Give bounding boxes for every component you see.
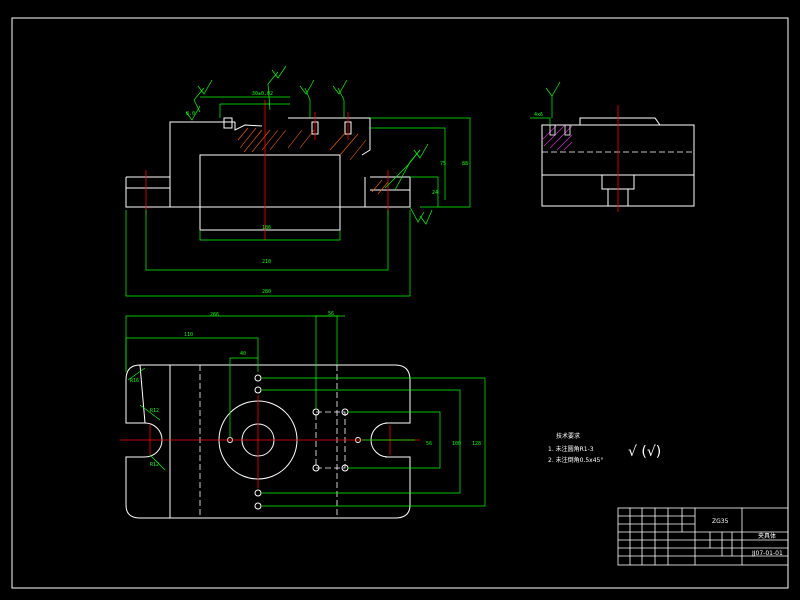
svg-text:128: 128 <box>472 441 481 447</box>
title-block-part-name: 夹具体 <box>758 532 776 540</box>
svg-text:280: 280 <box>262 289 271 295</box>
svg-text:100: 100 <box>452 441 461 447</box>
side-view-section-hatch <box>541 124 573 151</box>
svg-text:R12: R12 <box>150 408 159 414</box>
top-view-hidden-lines <box>199 365 346 518</box>
tech-requirements: 技术要求 1. 未注圆角R1-3 2. 未注倒角0.5x45° <box>548 432 603 464</box>
svg-text:56: 56 <box>426 441 432 447</box>
top-view-centerlines <box>120 395 420 488</box>
tech-requirement-item: 2. 未注倒角0.5x45° <box>548 456 603 464</box>
tech-requirements-title: 技术要求 <box>556 432 580 440</box>
top-view-dimensions <box>125 315 486 507</box>
sheet-border <box>11 17 789 589</box>
svg-text:24: 24 <box>432 190 438 196</box>
front-view <box>125 117 411 231</box>
tech-requirement-item: 1. 未注圆角R1-3 <box>548 445 594 453</box>
title-block-drawing-no: JJ07-01-01 <box>751 550 783 557</box>
front-view-dimensions <box>125 71 471 297</box>
front-view-centerlines <box>145 100 389 240</box>
svg-text:210: 210 <box>262 259 271 265</box>
front-view-roughness-marks <box>185 65 433 225</box>
side-view-dimensions <box>530 81 561 125</box>
svg-text:266: 266 <box>210 312 219 318</box>
svg-text:R16: R16 <box>130 378 139 384</box>
svg-text:56: 56 <box>328 311 334 317</box>
dimension-labels: 186 210 280 30±0.02 8.0 88 75 24 266 110… <box>130 91 543 468</box>
svg-text:110: 110 <box>184 332 193 338</box>
svg-text:40: 40 <box>240 351 246 357</box>
svg-text:186: 186 <box>262 225 271 231</box>
svg-text:30±0.02: 30±0.02 <box>252 91 273 97</box>
svg-text:75: 75 <box>440 161 446 167</box>
cad-drawing-sheet: 186 210 280 30±0.02 8.0 88 75 24 266 110… <box>11 17 789 589</box>
svg-text:88: 88 <box>462 161 468 167</box>
roughness-note: √ (√) <box>628 444 661 460</box>
top-view <box>125 364 411 519</box>
title-block-material: ZG35 <box>712 518 729 525</box>
svg-text:8.0: 8.0 <box>186 111 195 117</box>
svg-text:4x6: 4x6 <box>534 112 543 118</box>
svg-text:R12: R12 <box>150 462 159 468</box>
